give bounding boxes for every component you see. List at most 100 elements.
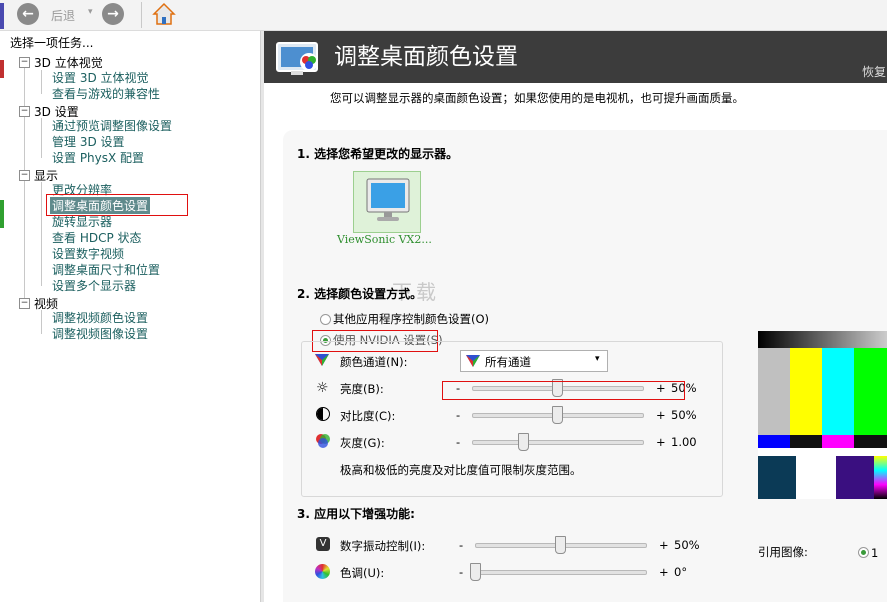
tree-guide-line (41, 118, 42, 158)
hue-label: 色调(U): (340, 566, 385, 580)
task-preview-image-settings[interactable]: 通过预览调整图像设置 (52, 117, 172, 134)
window-edge (0, 3, 4, 29)
color-channel-icon (314, 353, 330, 367)
hue-value: 0° (674, 565, 688, 579)
task-manage-3d-settings[interactable]: 管理 3D 设置 (52, 133, 125, 150)
radio-dot-icon (861, 550, 866, 555)
task-panel-header: 选择一项任务... (10, 36, 94, 50)
vibrance-value: 50% (674, 538, 700, 552)
home-button[interactable] (152, 2, 176, 26)
contrast-plus: + (656, 408, 666, 422)
vibrance-minus: - (459, 538, 464, 552)
reference-color-bars-image (758, 331, 887, 499)
chevron-down-icon: ▾ (595, 354, 600, 364)
contrast-label: 对比度(C): (340, 409, 396, 423)
task-video-color[interactable]: 调整视频颜色设置 (52, 309, 148, 326)
forward-button[interactable]: → (102, 3, 124, 25)
task-multiple-displays[interactable]: 设置多个显示器 (52, 277, 136, 294)
vibrance-plus: + (659, 538, 669, 552)
color-channel-select[interactable]: 所有通道 ▾ (460, 350, 608, 372)
restore-defaults-link[interactable]: 恢复 (862, 63, 886, 80)
gamma-slider[interactable] (472, 440, 644, 445)
collapse-toggle-icon[interactable]: − (19, 170, 30, 181)
vibrance-label: 数字振动控制(I): (340, 539, 426, 553)
bar-purple (836, 456, 874, 499)
bar-cyan (822, 348, 854, 435)
bar-gap (758, 448, 887, 456)
display-name: ViewSonic VX2... (337, 233, 432, 246)
highlight-box-task (46, 194, 188, 216)
bar-magenta-low (822, 435, 854, 448)
monitor-icon (366, 178, 410, 221)
bar-gray (758, 348, 790, 435)
hue-slider-thumb[interactable] (470, 563, 481, 581)
splitter[interactable] (261, 31, 264, 602)
hue-plus: + (659, 565, 669, 579)
tree-guide-line (24, 68, 25, 308)
task-digital-video[interactable]: 设置数字视频 (52, 245, 124, 262)
task-game-compat[interactable]: 查看与游戏的兼容性 (52, 85, 160, 102)
bar-black-low-2 (854, 435, 887, 448)
bar-black-low (790, 435, 822, 448)
history-dropdown-icon[interactable]: ▾ (88, 7, 93, 17)
hue-slider[interactable] (475, 570, 647, 575)
page-title: 调整桌面颜色设置 (334, 44, 518, 70)
task-setup-3d-stereo[interactable]: 设置 3D 立体视觉 (52, 69, 149, 86)
contrast-icon (316, 407, 330, 421)
toolbar-divider (141, 2, 142, 28)
contrast-slider-thumb[interactable] (552, 406, 563, 424)
section-1-title: 1. 选择您希望更改的显示器。 (297, 147, 459, 161)
window-edge-red (0, 60, 4, 78)
back-button[interactable]: ← (17, 3, 39, 25)
gamma-value: 1.00 (671, 435, 697, 449)
task-physx-config[interactable]: 设置 PhysX 配置 (52, 149, 144, 166)
window-edge-green (0, 200, 4, 228)
toolbar: ← 后退 ▾ → (0, 0, 887, 31)
bar-blue-low (758, 435, 790, 448)
gamma-icon (315, 433, 331, 449)
contrast-minus: - (456, 408, 461, 422)
brightness-label: 亮度(B): (340, 382, 384, 396)
vibrance-slider-thumb[interactable] (555, 536, 566, 554)
option-other-app-label: 其他应用程序控制颜色设置(O) (333, 312, 490, 326)
gamma-slider-thumb[interactable] (518, 433, 529, 451)
color-channel-label: 颜色通道(N): (340, 355, 408, 369)
channel-option-icon (466, 355, 480, 367)
radio-other-app[interactable] (320, 314, 331, 325)
gray-ramp (758, 331, 887, 348)
hue-minus: - (459, 565, 464, 579)
bar-green (854, 348, 887, 435)
tree-guide-line (41, 310, 42, 334)
collapse-toggle-icon[interactable]: − (19, 298, 30, 309)
hue-icon (315, 564, 330, 579)
bar-navy (758, 456, 796, 499)
reference-radio-1[interactable] (858, 547, 869, 558)
gamma-range-note: 极高和极低的亮度及对比度值可限制灰度范围。 (340, 463, 582, 477)
gamma-minus: - (456, 435, 461, 449)
arrow-left-icon: ← (22, 6, 34, 22)
task-video-image[interactable]: 调整视频图像设置 (52, 325, 148, 342)
display-tile[interactable] (353, 171, 421, 233)
section-3-title: 3. 应用以下增强功能: (297, 507, 415, 521)
tree-guide-line (41, 182, 42, 286)
task-hdcp-status[interactable]: 查看 HDCP 状态 (52, 229, 142, 246)
collapse-toggle-icon[interactable]: − (19, 106, 30, 117)
task-desktop-size-position[interactable]: 调整桌面尺寸和位置 (52, 261, 160, 278)
brightness-icon: ☼ (316, 380, 329, 396)
color-channel-value: 所有通道 (485, 355, 531, 369)
vibrance-icon: V (316, 537, 330, 551)
reference-image-label: 引用图像: (758, 545, 808, 559)
home-icon (152, 2, 176, 25)
gamma-plus: + (656, 435, 666, 449)
collapse-toggle-icon[interactable]: − (19, 57, 30, 68)
reference-option-1-label: 1 (871, 546, 879, 560)
gamma-label: 灰度(G): (340, 436, 385, 450)
bar-strip (874, 456, 887, 499)
bar-white (796, 456, 836, 499)
bar-yellow (790, 348, 822, 435)
highlight-box-brightness (442, 381, 685, 400)
tree-guide-line (41, 70, 42, 94)
arrow-right-icon: → (107, 6, 119, 22)
section-2-title: 2. 选择颜色设置方式。 (297, 287, 423, 301)
display-color-icon (275, 40, 323, 80)
